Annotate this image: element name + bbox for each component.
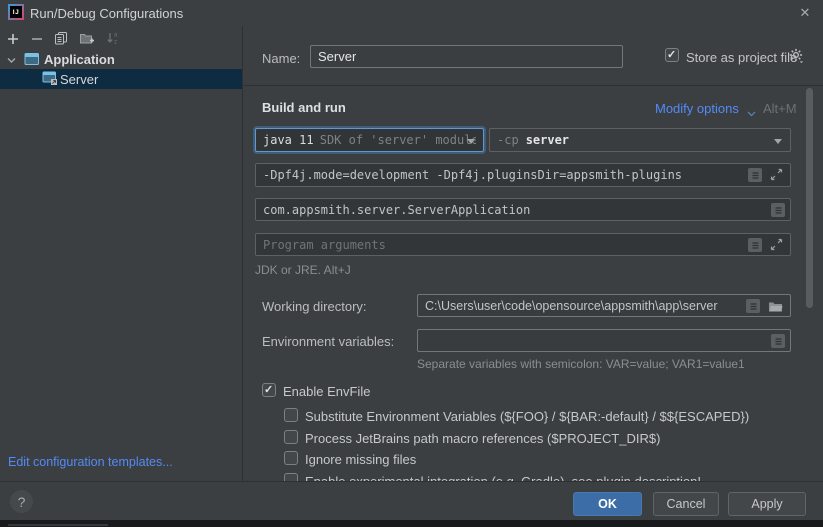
- process-path-macros-label: Process JetBrains path macro references …: [305, 431, 660, 446]
- jdk-combobox[interactable]: java 11 SDK of 'server' module: [255, 128, 484, 152]
- enable-envfile-checkbox[interactable]: [262, 383, 276, 397]
- environment-variables-label: Environment variables:: [262, 334, 394, 349]
- cp-value: server: [526, 133, 569, 147]
- chevron-down-icon[interactable]: [747, 105, 756, 123]
- store-as-project-file-checkbox[interactable]: [665, 48, 679, 62]
- expand-field-icon[interactable]: [770, 168, 783, 184]
- browse-variables-icon[interactable]: [771, 334, 785, 348]
- intellij-logo-text: IJ: [10, 6, 22, 18]
- build-and-run-heading: Build and run: [262, 100, 346, 115]
- edit-configuration-templates-link[interactable]: Edit configuration templates...: [8, 455, 173, 469]
- macros-list-icon[interactable]: [748, 238, 762, 252]
- main-class-value: com.appsmith.server.ServerApplication: [263, 203, 530, 217]
- svg-text:a: a: [114, 33, 118, 39]
- ok-button[interactable]: OK: [573, 492, 642, 516]
- environment-variables-input[interactable]: [417, 329, 791, 352]
- svg-text:z: z: [114, 40, 117, 46]
- enable-envfile-label: Enable EnvFile: [283, 384, 370, 399]
- dropdown-arrow-icon[interactable]: [467, 139, 475, 144]
- background-window-sliver: [8, 524, 108, 526]
- add-icon[interactable]: [5, 31, 21, 47]
- folder-icon[interactable]: [768, 300, 783, 317]
- jdk-value: java 11: [263, 133, 313, 147]
- ignore-missing-files-label: Ignore missing files: [305, 452, 416, 467]
- name-input[interactable]: Server: [310, 45, 623, 68]
- cancel-button[interactable]: Cancel: [653, 492, 719, 516]
- tree-item-label: Server: [60, 72, 98, 87]
- remove-icon[interactable]: [29, 31, 45, 47]
- cp-prefix: -cp: [497, 133, 519, 147]
- expand-field-icon[interactable]: [770, 238, 783, 254]
- tree-group-application[interactable]: Application: [0, 50, 242, 69]
- process-path-macros-checkbox[interactable]: [284, 430, 298, 444]
- apply-button[interactable]: Apply: [728, 492, 806, 516]
- store-as-project-file-label: Store as project file: [686, 50, 797, 65]
- dialog-title: Run/Debug Configurations: [30, 6, 183, 21]
- vm-options-value: -Dpf4j.mode=development -Dpf4j.pluginsDi…: [263, 168, 682, 182]
- main-class-input[interactable]: com.appsmith.server.ServerApplication: [255, 198, 791, 221]
- jdk-jre-hint: JDK or JRE. Alt+J: [255, 263, 351, 277]
- sort-icon[interactable]: a z: [105, 30, 121, 46]
- vm-options-input[interactable]: -Dpf4j.mode=development -Dpf4j.pluginsDi…: [255, 163, 791, 187]
- header-separator: [242, 85, 823, 86]
- tree-item-server[interactable]: Server: [0, 69, 242, 89]
- run-configuration-icon: [42, 71, 58, 91]
- macros-list-icon[interactable]: [771, 203, 785, 217]
- dropdown-arrow-icon[interactable]: [774, 139, 782, 144]
- macros-list-icon[interactable]: [746, 299, 760, 313]
- scrollbar-thumb[interactable]: [806, 88, 813, 308]
- gear-icon[interactable]: [789, 48, 804, 68]
- modify-options-shortcut: Alt+M: [763, 101, 797, 116]
- close-icon[interactable]: ✕: [796, 4, 814, 22]
- name-label: Name:: [262, 51, 300, 66]
- substitute-env-vars-checkbox[interactable]: [284, 408, 298, 422]
- new-folder-icon[interactable]: [78, 30, 94, 46]
- help-icon[interactable]: ?: [10, 490, 33, 513]
- sidebar-divider: [242, 26, 243, 481]
- working-directory-value: C:\Users\user\code\opensource\appsmith\a…: [425, 299, 718, 313]
- run-debug-configurations-dialog: IJ Run/Debug Configurations ✕ a z: [0, 0, 823, 527]
- substitute-env-vars-label: Substitute Environment Variables (${FOO}…: [305, 409, 749, 424]
- jdk-module-hint: SDK of 'server' module: [320, 133, 476, 147]
- working-directory-input[interactable]: C:\Users\user\code\opensource\appsmith\a…: [417, 294, 791, 317]
- classpath-module-combobox[interactable]: -cp server: [489, 128, 791, 152]
- ignore-missing-files-checkbox[interactable]: [284, 451, 298, 465]
- modify-options-link[interactable]: Modify options: [655, 101, 739, 116]
- intellij-logo-icon: IJ: [8, 4, 24, 20]
- name-value: Server: [318, 49, 356, 64]
- environment-variables-hint: Separate variables with semicolon: VAR=v…: [417, 357, 745, 371]
- program-arguments-input[interactable]: Program arguments: [255, 233, 791, 256]
- copy-icon[interactable]: [53, 30, 69, 46]
- tree-group-label: Application: [44, 52, 115, 67]
- background-strip: [0, 519, 823, 527]
- macros-list-icon[interactable]: [748, 168, 762, 182]
- program-arguments-placeholder: Program arguments: [263, 238, 386, 252]
- working-directory-label: Working directory:: [262, 299, 367, 314]
